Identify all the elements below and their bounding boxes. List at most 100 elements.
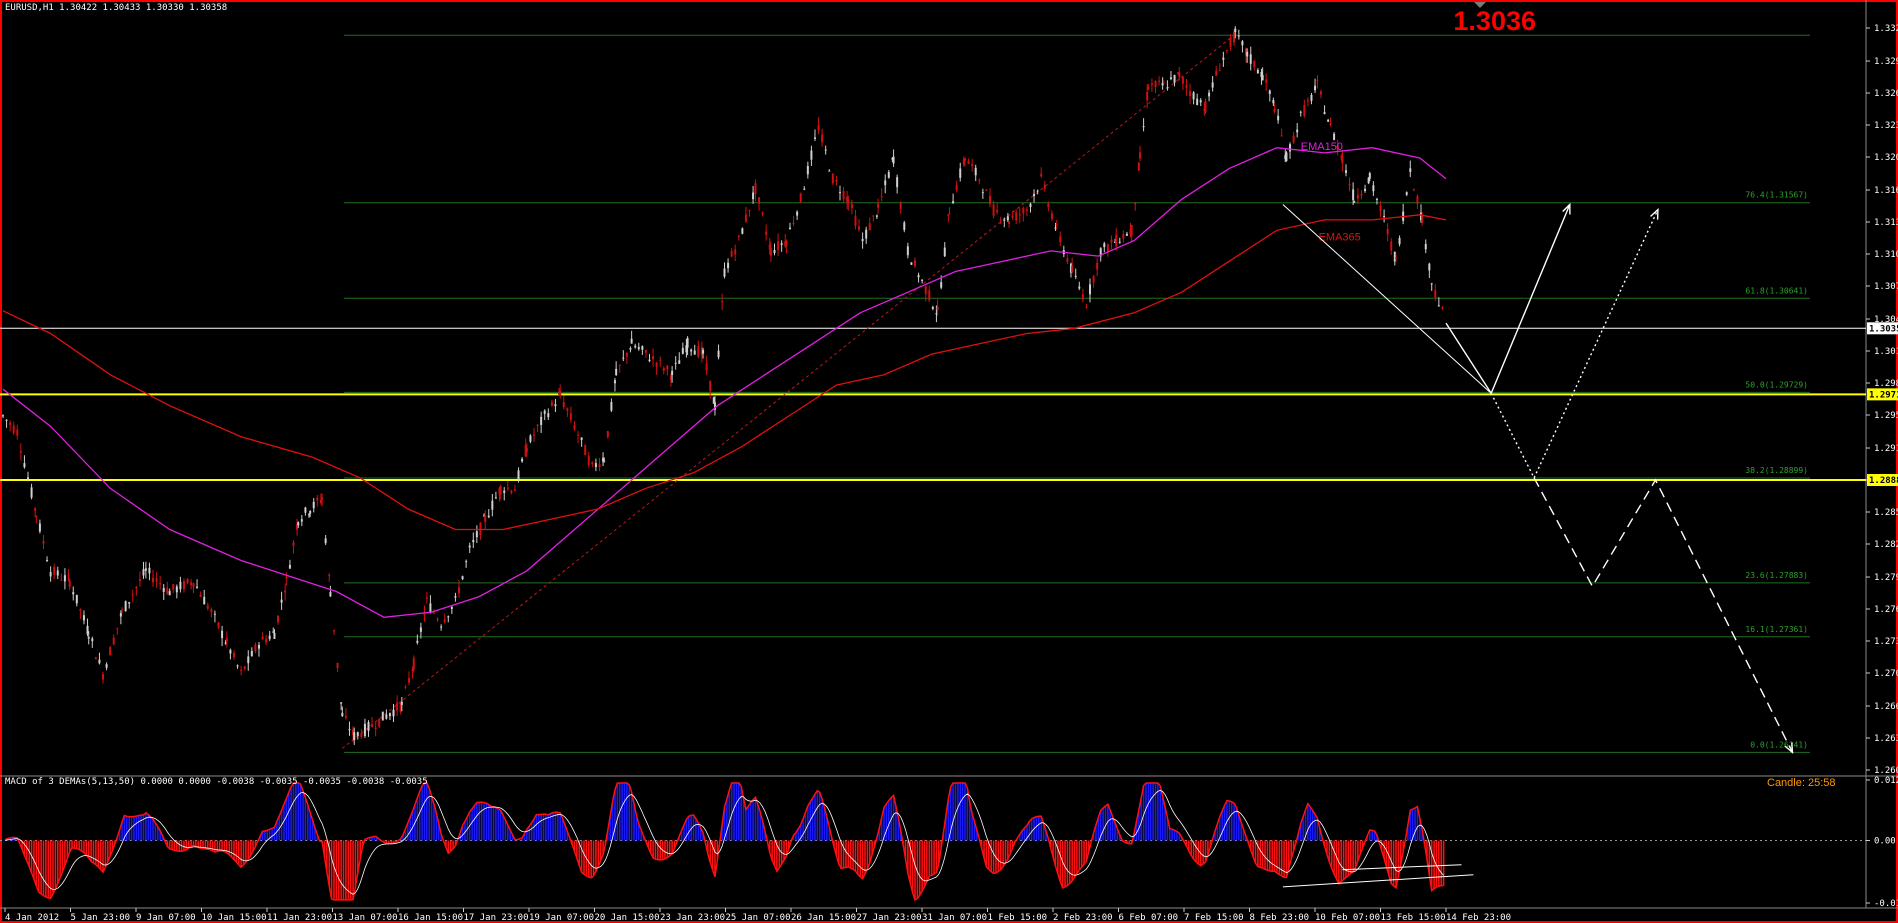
macd-bar [778,840,781,868]
macd-bar [814,794,816,841]
candle-body [644,350,647,353]
candle-body [436,618,439,621]
macd-bar [737,783,740,841]
macd-bar [83,840,85,853]
candle-body [1256,69,1259,74]
x-tick-label: 17 Jan 23:00 [464,913,529,923]
candle-body [396,702,399,711]
candle-body [931,307,934,309]
macd-bar [666,840,669,858]
macd-bar [76,840,78,849]
candle-body [1405,192,1408,195]
candle-body [618,364,621,366]
macd-bar [1078,840,1081,871]
candle-body [1015,212,1018,221]
x-tick-label: 16 Jan 15:00 [398,913,463,923]
candle-body [404,686,407,688]
macd-bar [1195,840,1197,862]
candle-body [648,359,651,362]
candle-body [236,665,239,667]
candle-body [461,576,464,580]
y-tick-label: 1.2607 [1874,766,1898,776]
macd-bar [811,798,814,841]
macd-bar [1076,840,1078,874]
macd-panel[interactable]: 0.0120.00-0.0124 [0,776,1898,909]
macd-bar [557,812,559,841]
macd-bar [330,840,333,900]
macd-bar [926,840,928,882]
candle-body [917,275,920,278]
candle-body [872,215,875,217]
candle-body [79,609,82,611]
candle-body [1323,112,1326,115]
macd-bar [471,808,473,841]
candle-body [1050,213,1053,219]
candle-body [1299,111,1302,113]
macd-bar [37,840,40,893]
candle-body [324,538,327,544]
macd-bar [930,840,933,876]
candle-body [425,597,428,599]
macd-bar [687,816,690,841]
macd-bar [1168,828,1171,841]
y-tick-label: 1.3013 [1874,347,1898,357]
fib-label: 16.1(1.27361) [1745,625,1808,634]
macd-bar [852,840,854,870]
y-tick-label: 1.2919 [1874,444,1898,454]
candle-body [374,727,377,730]
macd-bar [1285,840,1288,878]
macd-bar [1176,831,1178,841]
fib-label: 0.0(1.26241) [1750,740,1808,749]
candle-body [34,508,37,512]
candle-body [924,286,927,295]
candle-body [971,164,974,167]
candle-body [634,345,637,348]
candle-body [1428,263,1431,271]
macd-bar [549,813,552,841]
y-tick-label: 1.3076 [1874,282,1898,292]
macd-bar [304,797,307,841]
candle-body [877,203,880,208]
candle-body [952,201,955,204]
candle-body [1085,306,1088,308]
candle-body [388,713,391,716]
macd-bar [99,840,102,870]
y-tick-label: 1.3263 [1874,89,1898,99]
macd-bar [621,783,623,841]
macd-bar [626,783,628,841]
candle-body [748,209,751,212]
macd-bar [1278,840,1281,875]
candle-body [580,437,583,440]
candle-body [1185,85,1188,88]
macd-bar [1352,840,1354,872]
candle-body [385,714,388,719]
candle-body [1241,41,1244,46]
candle-body [803,188,806,190]
x-tick-label: 31 Jan 07:00 [922,913,987,923]
y-tick-label: 1.2732 [1874,637,1898,647]
candle-body [629,348,632,350]
candle-body [709,380,712,391]
candle-body [63,575,66,582]
candle-body [773,249,776,254]
y-tick-label: 1.2701 [1874,669,1898,679]
macd-bar [911,840,914,893]
candle-body [232,652,235,658]
candle-body [525,447,528,452]
candle-body [340,702,343,704]
candle-body [1181,77,1184,84]
macd-bar [502,815,504,841]
y-tick-label: 1.2982 [1874,379,1898,389]
candle-body [300,519,303,522]
price-panel[interactable]: 1.3326 1.3294 1.3263 1.3232 1.3201 1.3169 1.31… [0,0,1898,908]
macd-bar [1228,800,1231,841]
macd-bar [992,840,995,874]
macd-bar [923,840,926,887]
candle-body [328,574,331,576]
candle-body [573,424,576,430]
candle-body [734,249,737,255]
y-tick-label: 1.3201 [1874,153,1898,163]
macd-bar [56,840,59,884]
macd-bar [352,840,354,900]
candle-body [536,424,539,427]
